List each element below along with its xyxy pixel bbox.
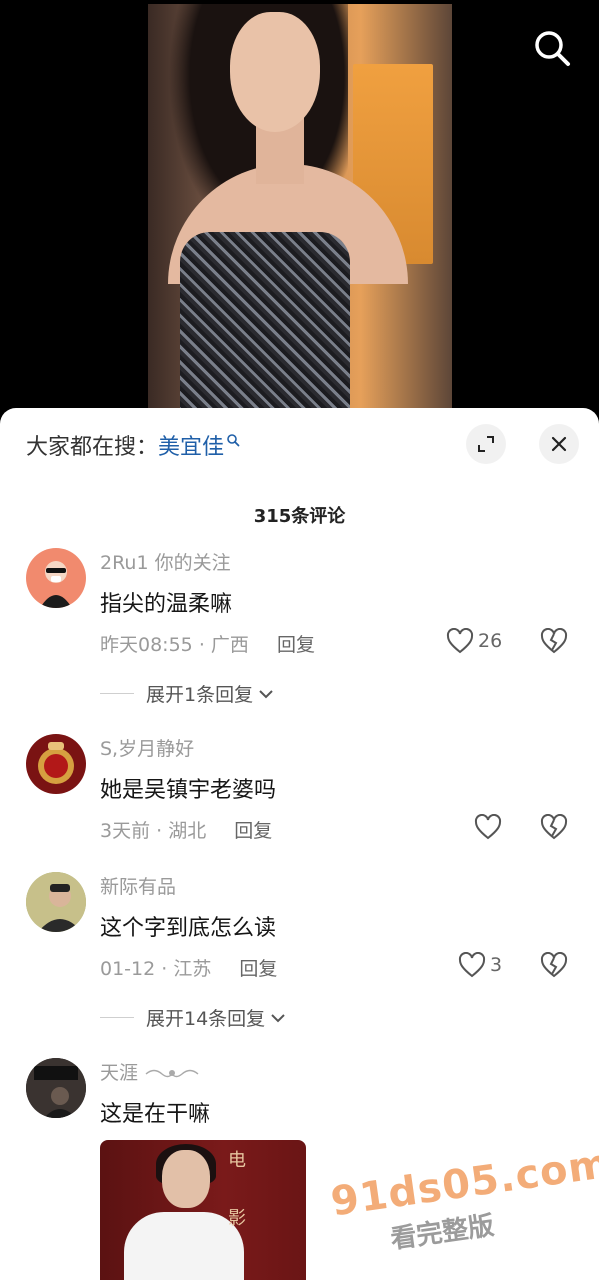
meta-separator: · [156, 820, 169, 842]
comment-text: 指尖的温柔嘛 [100, 592, 233, 617]
avatar-illustration [40, 561, 72, 608]
image-figure-body [124, 1212, 244, 1280]
badge-icon [145, 1069, 199, 1077]
avatar[interactable] [26, 734, 86, 794]
comment-meta: 3天前 · 湖北 回复 [100, 816, 272, 843]
reply-button[interactable]: 回复 [277, 634, 315, 656]
divider-line [100, 693, 134, 694]
divider-line [100, 1017, 134, 1018]
expand-replies-label: 展开14条回复 [146, 1008, 266, 1030]
broken-heart-icon [540, 951, 568, 978]
comment-location: 江苏 [173, 958, 212, 980]
comment-username[interactable]: S,岁月静好 [100, 734, 194, 761]
avatar-illustration [38, 742, 74, 784]
comment-location: 广西 [210, 634, 249, 656]
expand-replies-button[interactable]: 展开1条回复 [100, 680, 275, 707]
heart-icon [446, 628, 474, 654]
comment-username-text: 天涯 [100, 1062, 139, 1084]
image-glyph: 影 [228, 1208, 246, 1229]
reply-button[interactable]: 回复 [234, 820, 272, 842]
expand-button[interactable] [466, 424, 506, 464]
like-button[interactable]: 3 [458, 952, 502, 978]
like-count: 3 [490, 954, 503, 976]
comment-image[interactable]: 电 影 [100, 1140, 306, 1280]
meta-separator: · [161, 958, 174, 980]
video-frame[interactable] [148, 4, 452, 420]
comment-count-title: 315条评论 [253, 506, 346, 527]
avatar[interactable] [26, 872, 86, 932]
broken-heart-icon [540, 813, 568, 840]
heart-icon [458, 952, 486, 978]
comment-text: 这个字到底怎么读 [100, 916, 277, 941]
comment-time: 昨天08:55 [100, 634, 193, 656]
meta-separator: · [198, 634, 211, 656]
figure-face [230, 12, 320, 132]
search-icon [535, 31, 570, 66]
comment-time: 01-12 [100, 958, 156, 980]
heart-icon [474, 814, 502, 840]
close-icon [551, 436, 567, 452]
like-count: 26 [478, 630, 503, 652]
comment-text: 她是吴镇宇老婆吗 [100, 778, 277, 803]
avatar-illustration [26, 1058, 86, 1118]
expand-icon [478, 436, 494, 452]
avatar[interactable] [26, 1058, 86, 1118]
comment-meta: 昨天08:55 · 广西 回复 [100, 630, 315, 657]
expand-replies-button[interactable]: 展开14条回复 [100, 1004, 287, 1031]
chevron-down-icon [259, 689, 273, 698]
comment-meta: 01-12 · 江苏 回复 [100, 954, 277, 981]
chevron-down-icon [271, 1013, 285, 1022]
image-figure-head [162, 1150, 210, 1208]
dislike-button[interactable] [540, 627, 568, 658]
like-button[interactable]: 26 [446, 628, 502, 654]
dislike-button[interactable] [540, 951, 568, 982]
search-suggestion-prefix: 大家都在搜： [26, 435, 159, 460]
video-player[interactable] [0, 0, 599, 420]
like-button[interactable] [474, 814, 502, 840]
expand-replies-label: 展开1条回复 [146, 684, 254, 706]
close-button[interactable] [539, 424, 579, 464]
comment-time: 3天前 [100, 820, 151, 842]
avatar-illustration [26, 872, 86, 932]
comment-sheet: 大家都在搜： 美宜佳 315条评论 2Ru1 你的关注 指尖的温柔嘛 昨天08:… [0, 408, 599, 1280]
dislike-button[interactable] [540, 813, 568, 844]
search-icon [227, 434, 240, 447]
reply-button[interactable]: 回复 [239, 958, 277, 980]
comment-username[interactable]: 新际有品 [100, 872, 176, 899]
comment-username[interactable]: 天涯 [100, 1058, 200, 1085]
search-suggestion-keyword[interactable]: 美宜佳 [158, 429, 224, 461]
comment-location: 湖北 [168, 820, 207, 842]
comment-text: 这是在干嘛 [100, 1102, 211, 1127]
figure-dress [180, 232, 350, 420]
broken-heart-icon [540, 627, 568, 654]
comment-username[interactable]: 2Ru1 你的关注 [100, 548, 231, 575]
avatar[interactable] [26, 548, 86, 608]
search-suggestion: 大家都在搜： 美宜佳 [26, 430, 240, 460]
search-button[interactable] [530, 26, 574, 70]
image-glyph: 电 [228, 1150, 246, 1171]
